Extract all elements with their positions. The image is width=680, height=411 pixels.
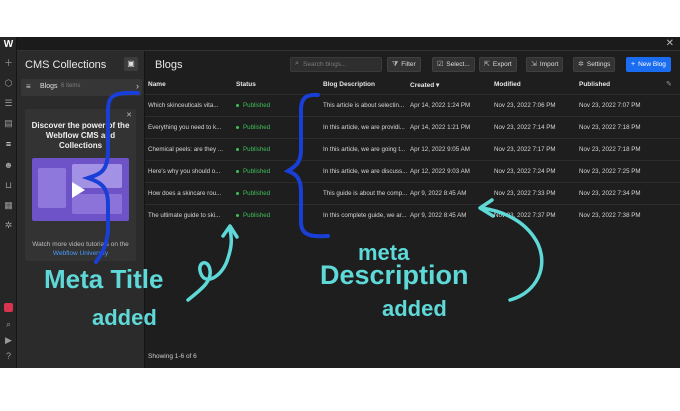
table-header: Name Status Blog Description Created ▾ M… — [145, 77, 680, 92]
promo-footer: Watch more video tutorials on the — [32, 241, 129, 248]
checkbox-icon: ☑ — [437, 61, 444, 68]
table-row[interactable]: How does a skincare rou... Published Thi… — [145, 182, 680, 204]
navigator-icon[interactable]: ☰ — [3, 98, 14, 108]
play-icon[interactable] — [72, 182, 85, 198]
col-status[interactable]: Status — [236, 81, 256, 88]
table-row[interactable]: The ultimate guide to ski... Published I… — [145, 204, 680, 226]
table-row[interactable]: Here's why you should o... Published In … — [145, 160, 680, 182]
webflow-university-link[interactable]: Webflow University — [29, 250, 132, 257]
select-button[interactable]: ☑ Select... — [432, 57, 475, 72]
filter-icon: ⧩ — [392, 61, 399, 68]
search-icon[interactable]: ⌕ — [3, 319, 14, 329]
users-icon[interactable]: ☻ — [3, 160, 14, 170]
export-button[interactable]: ⇱ Export — [479, 57, 517, 72]
pagination-summary: Showing 1-6 of 6 — [148, 353, 197, 360]
filter-button[interactable]: ⧩ Filter — [387, 57, 421, 72]
sort-desc-icon: ▾ — [436, 82, 440, 89]
table-row[interactable]: Chemical peels: are they ... Published I… — [145, 138, 680, 160]
new-blog-button[interactable]: + New Blog — [626, 57, 671, 72]
meta-title-added: added — [92, 305, 157, 330]
settings-button[interactable]: ✲ Settings — [573, 57, 616, 72]
assets-icon[interactable]: ▦ — [3, 200, 14, 210]
help-icon[interactable]: ? — [3, 351, 14, 361]
tool-rail: W ＋ ⬡ ☰ ▤ ≡ ☻ ⊔ ▦ ✲ ⌕ ▶ ? — [0, 37, 17, 368]
webflow-logo[interactable]: W — [2, 40, 15, 50]
col-description[interactable]: Blog Description — [323, 81, 375, 88]
import-icon: ⇲ — [531, 61, 537, 68]
promo-card: ✕ Discover the power of the Webflow CMS … — [25, 109, 136, 261]
promo-title: Discover the power of the Webflow CMS an… — [31, 121, 130, 150]
pages-icon[interactable]: ▤ — [3, 118, 14, 128]
pin-icon[interactable]: ✎ — [666, 80, 672, 88]
meta-title-label: Meta Title — [44, 264, 164, 294]
col-created[interactable]: Created ▾ — [410, 81, 439, 89]
box-icon[interactable]: ⬡ — [3, 78, 14, 88]
add-collection-button[interactable]: ▣ — [124, 57, 138, 71]
table-row[interactable]: Everything you need to k... Published In… — [145, 116, 680, 138]
collection-item-blogs[interactable]: ≡ Blogs 6 items › — [21, 79, 142, 96]
table-row[interactable]: Which skinceuticals vita... Published Th… — [145, 94, 680, 116]
database-icon: ≡ — [26, 82, 31, 91]
add-icon[interactable]: ＋ — [3, 58, 14, 68]
col-name[interactable]: Name — [148, 81, 166, 88]
close-icon[interactable]: ✕ — [666, 38, 674, 50]
collection-name: Blogs — [40, 83, 58, 90]
page-title: Blogs — [155, 59, 183, 71]
chevron-right-icon: › — [136, 81, 139, 91]
gear-icon: ✲ — [578, 61, 584, 68]
close-promo-icon[interactable]: ✕ — [126, 111, 132, 119]
cart-icon[interactable]: ⊔ — [3, 180, 14, 190]
cms-icon[interactable]: ≡ — [3, 139, 14, 149]
search-icon: ⌕ — [295, 60, 299, 67]
collections-title: CMS Collections — [25, 59, 107, 71]
promo-video[interactable] — [32, 158, 129, 221]
meta-desc-added: added — [382, 296, 447, 321]
collection-count: 6 items — [61, 83, 81, 89]
search-box[interactable]: ⌕ — [290, 57, 382, 72]
import-button[interactable]: ⇲ Import — [526, 57, 564, 72]
record-icon[interactable] — [4, 303, 13, 312]
meta-desc-description: Description — [320, 260, 469, 290]
plus-icon: + — [631, 61, 636, 68]
settings-icon[interactable]: ✲ — [3, 220, 14, 230]
export-icon: ⇱ — [484, 61, 490, 68]
video-icon[interactable]: ▶ — [3, 335, 14, 345]
col-modified[interactable]: Modified — [494, 81, 521, 88]
search-input[interactable] — [303, 59, 379, 70]
col-published[interactable]: Published — [579, 81, 610, 88]
top-bar: ✕ — [17, 37, 680, 51]
